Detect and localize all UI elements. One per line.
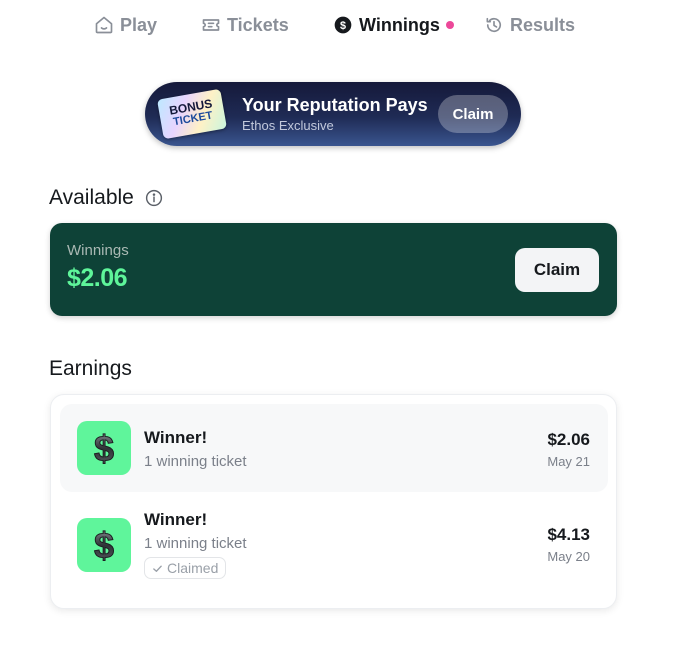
dollar-sign-icon: $ bbox=[77, 421, 131, 475]
bonus-ticket-icon: BONUS TICKET bbox=[157, 88, 227, 140]
promo-subtitle: Ethos Exclusive bbox=[242, 118, 334, 133]
available-winnings-label: Winnings bbox=[67, 242, 129, 259]
tab-tickets[interactable]: Tickets bbox=[201, 10, 289, 40]
promo-title: Your Reputation Pays bbox=[242, 95, 428, 115]
dollar-sign-icon: $ bbox=[77, 518, 131, 572]
earning-subtitle: 1 winning ticket bbox=[144, 453, 247, 470]
list-item[interactable]: $ Winner! 1 winning ticket $2.06 May 21 bbox=[60, 404, 608, 492]
info-icon[interactable] bbox=[145, 189, 163, 207]
svg-text:$: $ bbox=[94, 428, 114, 469]
tab-results-label: Results bbox=[510, 14, 576, 35]
svg-text:$: $ bbox=[94, 525, 114, 566]
check-icon bbox=[153, 565, 162, 572]
earning-title: Winner! bbox=[144, 510, 208, 529]
list-item[interactable]: $ Winner! 1 winning ticket Claimed $4.13… bbox=[60, 501, 608, 589]
claim-winnings-button[interactable]: Claim bbox=[515, 248, 599, 292]
home-icon bbox=[95, 16, 113, 34]
notification-dot bbox=[445, 21, 454, 29]
svg-text:$: $ bbox=[340, 20, 346, 32]
top-nav: Play Tickets $ Winnings Results bbox=[0, 10, 680, 40]
earning-date: May 20 bbox=[547, 549, 590, 564]
earning-amount: $2.06 bbox=[547, 430, 590, 449]
dollar-circle-icon: $ bbox=[334, 16, 352, 34]
earnings-section-title: Earnings bbox=[49, 357, 132, 380]
earnings-list: $ Winner! 1 winning ticket $2.06 May 21 … bbox=[50, 394, 617, 609]
claimed-badge: Claimed bbox=[144, 557, 227, 579]
earning-date: May 21 bbox=[547, 454, 590, 469]
promo-banner[interactable]: BONUS TICKET Your Reputation Pays Ethos … bbox=[145, 82, 521, 146]
promo-claim-button[interactable]: Claim bbox=[438, 95, 508, 133]
available-section-title: Available bbox=[49, 186, 134, 209]
tab-results[interactable]: Results bbox=[484, 10, 575, 40]
tab-play-label: Play bbox=[120, 14, 158, 35]
tab-play[interactable]: Play bbox=[94, 10, 157, 40]
tab-winnings-label: Winnings bbox=[359, 14, 440, 35]
history-icon bbox=[486, 17, 502, 33]
available-winnings-card: Winnings $2.06 Claim bbox=[50, 223, 617, 316]
tab-tickets-label: Tickets bbox=[227, 14, 289, 35]
available-winnings-amount: $2.06 bbox=[67, 264, 128, 292]
ticket-icon bbox=[202, 19, 220, 31]
claimed-badge-label: Claimed bbox=[167, 560, 219, 576]
earning-subtitle: 1 winning ticket bbox=[144, 535, 247, 552]
earning-amount: $4.13 bbox=[547, 525, 590, 544]
tab-winnings[interactable]: $ Winnings bbox=[333, 10, 454, 40]
earning-title: Winner! bbox=[144, 428, 208, 447]
